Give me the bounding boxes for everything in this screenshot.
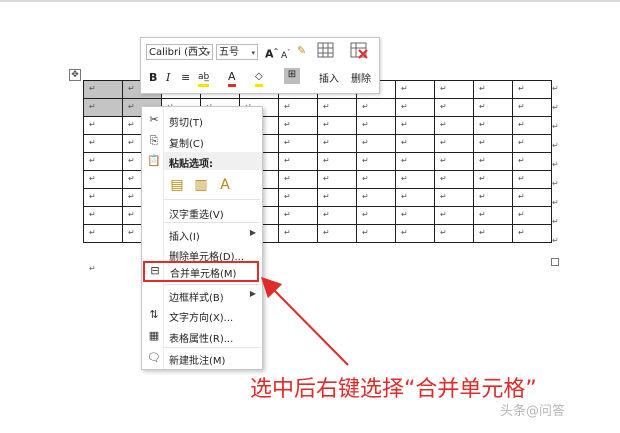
row-end-mark: ↵ <box>552 236 559 245</box>
row-end-mark: ↵ <box>552 160 559 169</box>
row-end-mark: ↵ <box>552 141 559 150</box>
watermark: 头条@问答 <box>500 404 566 419</box>
annotation-arrow-icon <box>260 276 349 366</box>
annotation-caption: 选中后右键选择“合并单元格” <box>250 377 537 402</box>
row-end-mark: ↵ <box>552 84 559 93</box>
row-end-mark: ↵ <box>552 103 559 112</box>
row-end-mark: ↵ <box>552 122 559 131</box>
row-end-mark: ↵ <box>552 217 559 226</box>
row-end-mark: ↵ <box>552 179 559 188</box>
row-end-mark: ↵ <box>552 198 559 207</box>
